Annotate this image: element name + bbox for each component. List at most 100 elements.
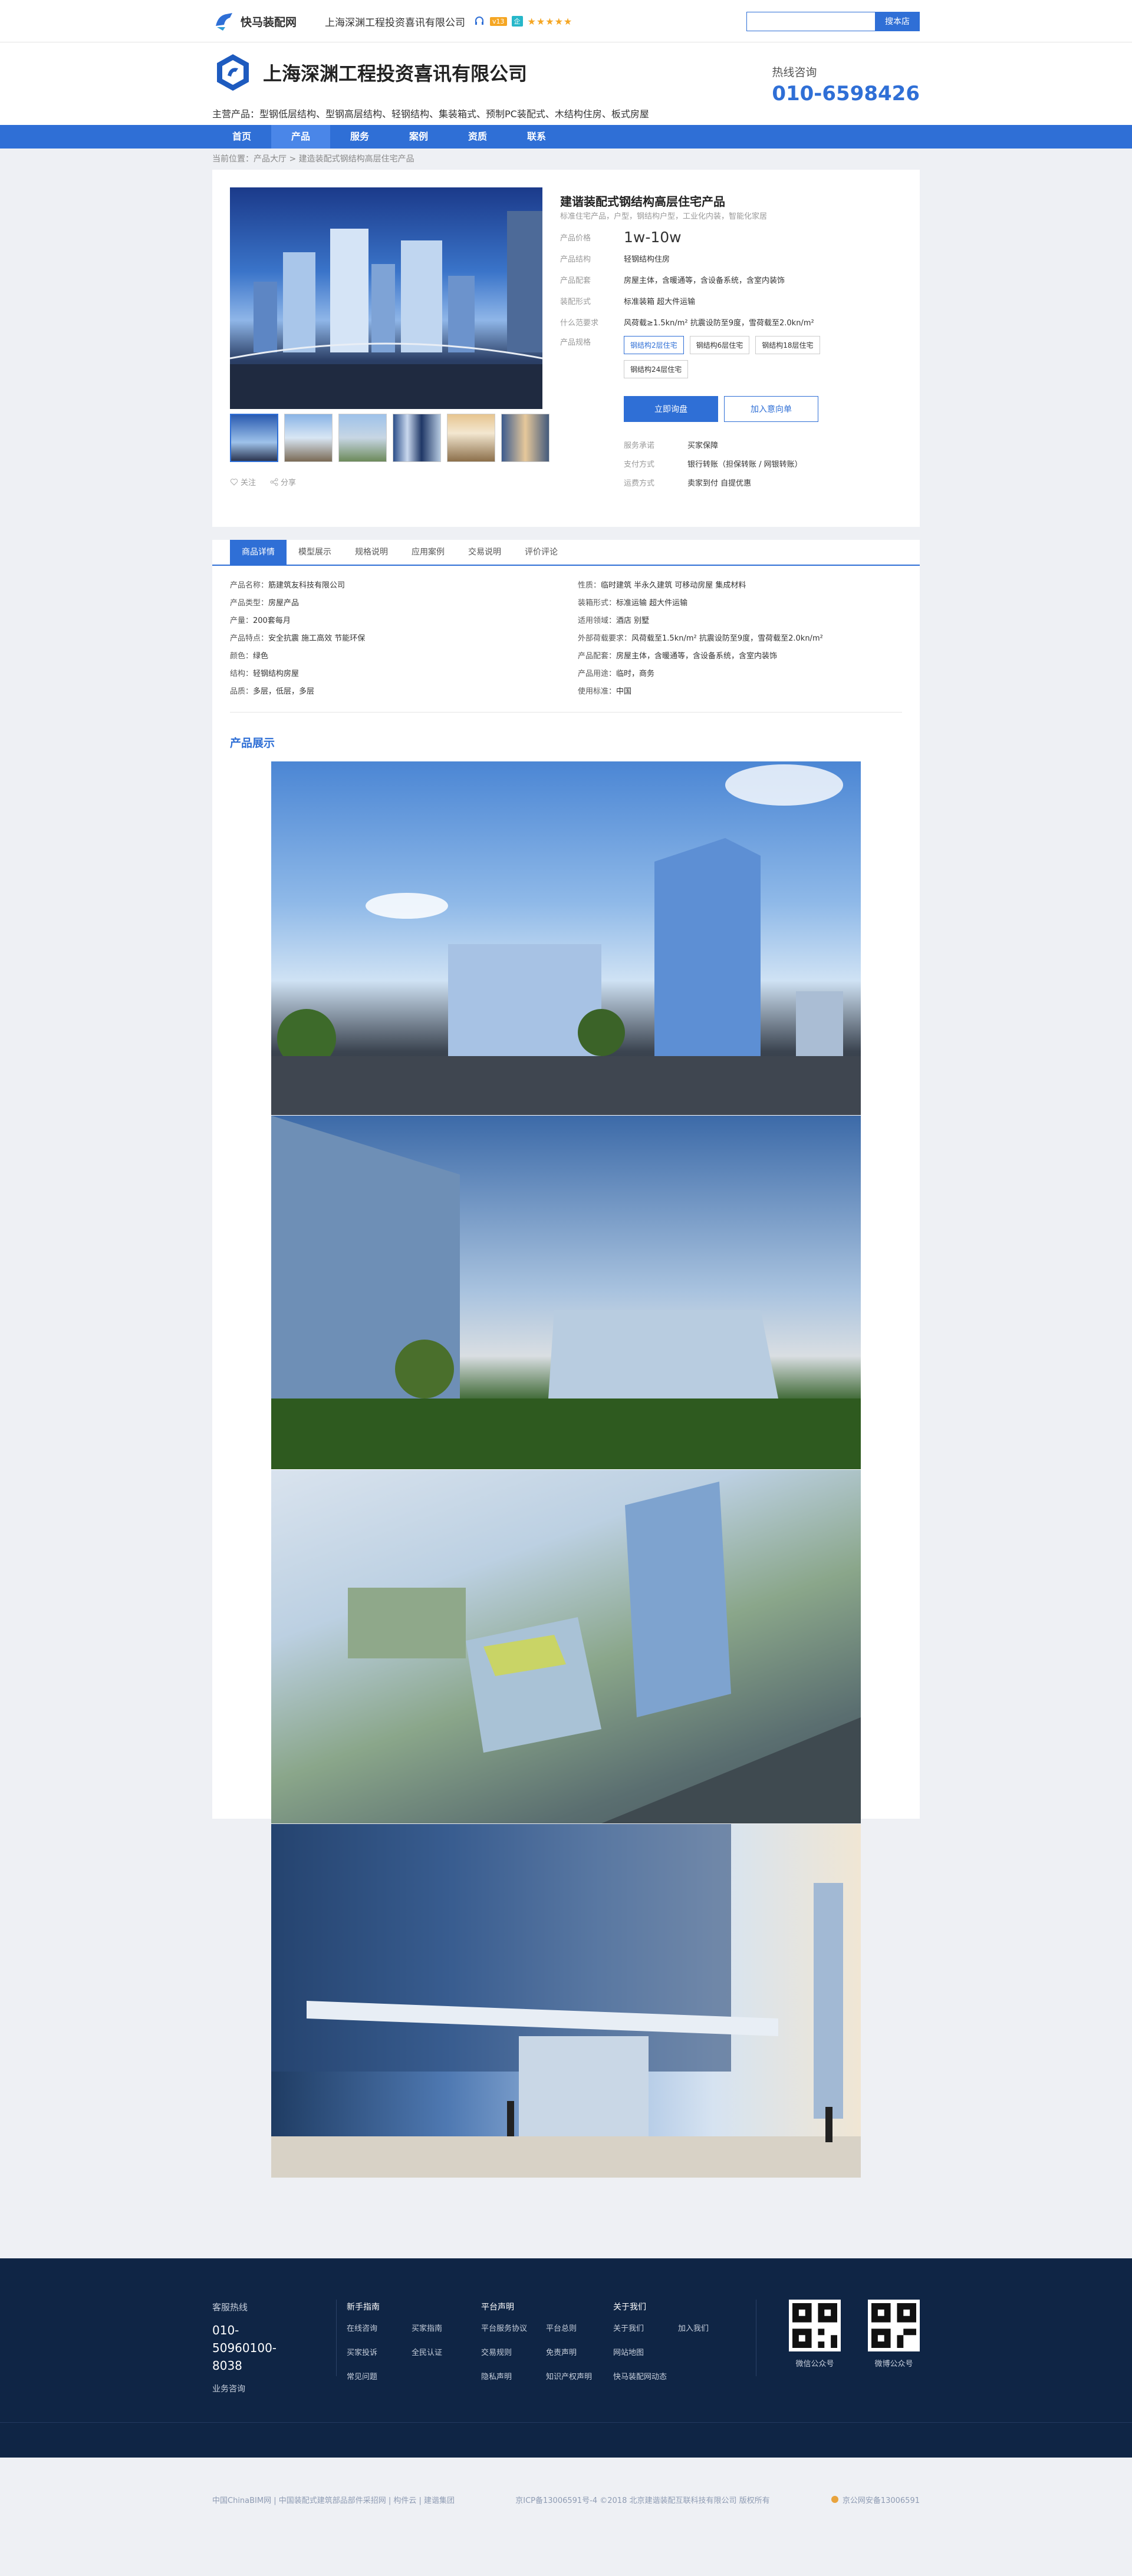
thumbnail[interactable] [284,414,333,462]
site-logo[interactable]: 快马装配网 [212,9,297,33]
thumbnail[interactable] [501,414,549,462]
vip-badge: v13 [490,17,507,26]
service-info: 服务承诺 买家保障 支付方式 银行转账（担保转账 / 网银转账） 运费方式 卖家到付 … [624,435,802,492]
footer-consult-link[interactable]: 业务咨询 [212,2383,301,2394]
footer-link[interactable]: 常见问题 [347,2370,412,2382]
top-bar: 快马装配网 上海深渊工程投资喜讯有限公司 v13 企 ★★★★★ 搜本店 [0,0,1132,42]
footer-group-title: 关于我们 [613,2303,646,2312]
footer-bottom: 中国ChinaBIM网 | 中国装配式建筑部品部件采招网 | 构件云 | 建谐集… [0,2422,1132,2576]
nav-cases[interactable]: 案例 [389,125,448,149]
footer-link[interactable]: 关于我们 [613,2322,678,2333]
footer-link[interactable]: 交易规则 [481,2346,546,2357]
share-button[interactable]: 分享 [270,476,296,487]
share-icon [270,478,278,486]
tab-details[interactable]: 商品详情 [230,540,287,565]
add-to-list-button[interactable]: 加入意向单 [724,396,818,422]
footer-link[interactable]: 全民认证 [412,2346,476,2357]
footer-group-guide: 新手指南 在线咨询 买家指南 买家投诉 全民认证 常见问题 [347,2301,476,2382]
rating-stars: ★★★★★ [527,15,573,27]
row-key: 装配形式 [560,297,591,306]
footer-hotline-label: 客服热线 [212,2302,248,2313]
footer-link[interactable]: 在线咨询 [347,2322,412,2333]
company-logo-icon [217,54,249,91]
detail-section: 商品详情 模型展示 规格说明 应用案例 交易说明 评价评论 产品名称：筋建筑友科… [212,540,920,2178]
footer-link[interactable]: 隐私声明 [481,2370,546,2382]
svc-value: 卖家到付 自提优惠 [687,479,752,488]
inquiry-button[interactable]: 立即询盘 [624,396,718,422]
footer-link[interactable]: 买家指南 [412,2322,476,2333]
follow-button[interactable]: 关注 [230,476,256,487]
breadcrumb[interactable]: 当前位置：产品大厅 > 建造装配式钢结构高层住宅产品 [212,149,920,170]
attr-item: 使用标准：中国 [578,687,632,696]
thumbnail[interactable] [393,414,441,462]
store-search-button[interactable]: 搜本店 [875,11,920,31]
store-company-name[interactable]: 上海深渊工程投资喜讯有限公司 [325,14,465,29]
spec-option[interactable]: 钢结构2层住宅 [624,336,684,354]
footer-group-title: 平台声明 [481,2303,514,2312]
assembly-row: 装配形式 标准装箱 超大件运输 [560,290,902,311]
row-key: 产品结构 [560,255,591,264]
product-render-image [271,1116,861,1469]
svc-value: 银行转账（担保转账 / 网银转账） [687,460,802,469]
footer-link[interactable]: 免责声明 [546,2346,611,2357]
main-nav: 首页 产品 服务 案例 资质 联系 [0,125,1132,149]
product-main-image[interactable] [230,187,542,409]
footer-link[interactable]: 快马装配网动态 [613,2370,743,2382]
svc-value: 买家保障 [687,441,719,450]
tab-spec[interactable]: 规格说明 [343,540,400,565]
tab-trade[interactable]: 交易说明 [456,540,513,565]
qr-caption: 微信公众号 [795,2360,834,2369]
footer-link[interactable]: 加入我们 [678,2322,743,2333]
footer-hotline-number: 010-50960100-8038 [212,2323,277,2373]
headset-icon[interactable] [473,15,485,27]
attr-item: 品质：多层，低层，多层 [230,687,315,696]
supporting-row: 产品配套 房屋主体，含暖通等，含设备系统，含室内装饰 [560,269,902,290]
hotline-box: 热线咨询 010-6598426 [772,64,920,105]
thumbnail[interactable] [230,414,278,462]
row-key: 产品价格 [560,233,591,243]
share-label: 分享 [281,479,297,487]
nav-home[interactable]: 首页 [212,125,271,149]
spec-option[interactable]: 钢结构18层住宅 [755,336,820,354]
row-value: 风荷载≥1.5kn/m² 抗震设防至9度，雪荷载至2.0kn/m² [624,318,814,328]
row-value: 房屋主体，含暖通等，含设备系统，含室内装饰 [624,276,785,285]
nav-services[interactable]: 服务 [330,125,389,149]
footer-police-record: 京公网安备13006591 [831,2494,920,2505]
row-value: 轻钢结构住房 [624,255,670,264]
footer-link[interactable]: 网站地图 [613,2346,678,2357]
footer-partner-links[interactable]: 中国ChinaBIM网 | 中国装配式建筑部品部件采招网 | 构件云 | 建谐集… [212,2494,455,2505]
heart-icon [230,478,238,486]
attr-item: 结构：轻钢结构房屋 [230,669,300,678]
nav-qualification[interactable]: 资质 [448,125,507,149]
row-key: 什么范要求 [560,318,599,328]
attr-item: 产量：200套每月 [230,616,291,625]
product-title: 建谐装配式钢结构高层住宅产品 [560,194,725,209]
tab-model[interactable]: 模型展示 [287,540,343,565]
tab-cases[interactable]: 应用案例 [400,540,456,565]
price-value: 1w-10w [624,228,682,246]
svc-key: 服务承诺 [624,441,655,450]
row-key: 产品配套 [560,276,591,285]
footer-link[interactable]: 平台总则 [546,2322,611,2333]
footer-link[interactable]: 知识产权声明 [546,2370,611,2382]
nav-products[interactable]: 产品 [271,125,330,149]
hotline-label: 热线咨询 [772,66,817,79]
footer-group-title: 新手指南 [347,2303,380,2312]
spec-option[interactable]: 钢结构6层住宅 [689,336,750,354]
police-badge-icon [831,2496,838,2503]
spec-option[interactable]: 钢结构24层住宅 [624,360,689,378]
attr-item: 产品特点：安全抗震 施工高效 节能环保 [230,634,366,643]
hotline-number: 010-6598426 [772,82,920,105]
thumbnail[interactable] [447,414,495,462]
company-name: 上海深渊工程投资喜讯有限公司 [263,62,528,85]
footer-link[interactable]: 平台服务协议 [481,2322,546,2333]
structure-row: 产品结构 轻钢结构住房 [560,248,902,269]
product-subtitle: 标准住宅产品，户型，钢结构户型，工业化内装，智能化家居 [560,212,768,221]
nav-contact[interactable]: 联系 [507,125,566,149]
thumbnail[interactable] [338,414,387,462]
footer-group-statement: 平台声明 平台服务协议 平台总则 交易规则 免责声明 隐私声明 知识产权声明 [481,2301,611,2382]
store-search-input[interactable] [746,11,875,31]
tab-reviews[interactable]: 评价评论 [513,540,570,565]
footer-link[interactable]: 买家投诉 [347,2346,412,2357]
footer-group-about: 关于我们 关于我们 加入我们 网站地图 快马装配网动态 [613,2301,743,2382]
